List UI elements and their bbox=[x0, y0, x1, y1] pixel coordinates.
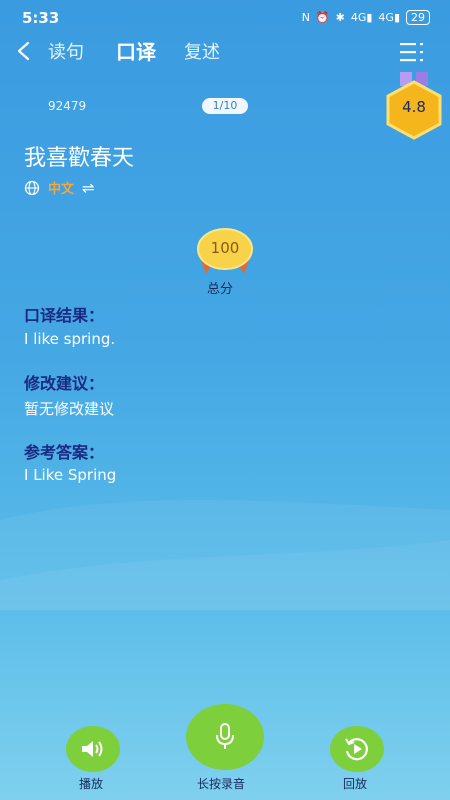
page-indicator: 1/10 bbox=[202, 98, 248, 114]
reference-body: I Like Spring bbox=[24, 466, 117, 484]
battery-icon: 29 bbox=[406, 10, 430, 25]
score-value: 100 bbox=[210, 239, 240, 257]
speaker-icon bbox=[82, 741, 103, 757]
tab-interpret[interactable]: 口译 bbox=[116, 36, 156, 65]
globe-icon bbox=[24, 180, 40, 195]
sentence-id: 92479 bbox=[48, 99, 87, 113]
status-icons: N ⏰ ✱ 4G▮ 4G▮ 29 bbox=[302, 10, 430, 25]
status-time: 5:33 bbox=[22, 9, 60, 27]
signal-icon: 4G▮ bbox=[350, 11, 373, 24]
background-wave bbox=[0, 500, 450, 610]
record-button[interactable] bbox=[186, 704, 264, 770]
replay-label: 回放 bbox=[343, 777, 368, 791]
score-badge: 100 bbox=[194, 228, 256, 278]
language-row: 中文 ⇌ bbox=[24, 178, 95, 197]
tab-retell[interactable]: 复述 bbox=[184, 38, 220, 64]
score-label: 总分 bbox=[207, 282, 234, 297]
replay-button[interactable] bbox=[330, 726, 384, 772]
suggestion-body: 暂无修改建议 bbox=[24, 400, 115, 418]
signal-icon-2: 4G▮ bbox=[378, 11, 400, 24]
top-nav: 读句 口译 复述 bbox=[0, 36, 450, 66]
swap-icon[interactable]: ⇌ bbox=[82, 179, 95, 197]
reference-title: 参考答案： bbox=[24, 443, 105, 462]
source-sentence: 我喜歡春天 bbox=[24, 146, 135, 171]
bluetooth-icon: ✱ bbox=[335, 11, 345, 24]
play-button[interactable] bbox=[66, 726, 120, 772]
status-bar: 5:33 N ⏰ ✱ 4G▮ 4G▮ 29 bbox=[0, 0, 450, 36]
rating-value: 4.8 bbox=[402, 98, 426, 116]
nfc-icon: N bbox=[301, 11, 310, 24]
alarm-icon: ⏰ bbox=[315, 11, 330, 24]
microphone-icon bbox=[216, 723, 234, 749]
result-body: I like spring. bbox=[24, 330, 116, 348]
rating-medal: 4.8 bbox=[382, 72, 446, 140]
play-label: 播放 bbox=[79, 777, 104, 791]
result-title: 口译结果： bbox=[24, 306, 105, 325]
replay-icon bbox=[345, 738, 368, 761]
menu-icon[interactable] bbox=[400, 42, 428, 62]
suggestion-title: 修改建议： bbox=[24, 374, 105, 393]
tab-read-sentence[interactable]: 读句 bbox=[48, 38, 84, 64]
language-label[interactable]: 中文 bbox=[48, 178, 74, 197]
record-label: 长按录音 bbox=[197, 777, 246, 791]
back-icon[interactable] bbox=[14, 40, 34, 62]
